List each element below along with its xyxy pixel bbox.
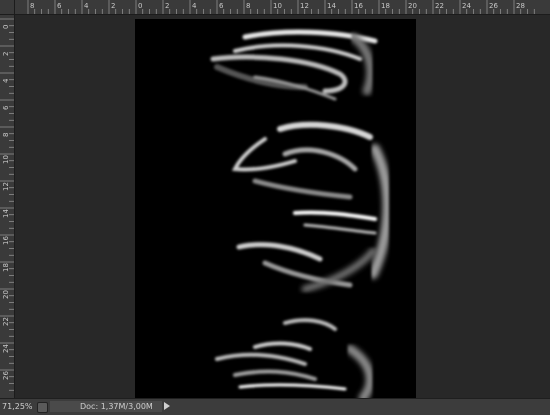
- ruler-label: 16: [2, 236, 10, 245]
- document-status-icon[interactable]: [37, 402, 48, 413]
- ruler-label: 22: [2, 317, 10, 326]
- ruler-label: 8: [246, 2, 250, 10]
- ruler-label: 10: [2, 155, 10, 164]
- ruler-label: 4: [192, 2, 197, 10]
- ruler-label: 0: [138, 2, 142, 10]
- left-ruler-ticks: 02468101214161820222426: [0, 18, 14, 391]
- zoom-level[interactable]: 71,25%: [2, 400, 33, 413]
- ruler-label: 8: [30, 2, 34, 10]
- ruler-label: 22: [435, 2, 444, 10]
- ruler-label: 6: [57, 2, 62, 10]
- ruler-label: 2: [165, 2, 169, 10]
- ruler-label: 14: [2, 209, 10, 218]
- ruler-label: 0: [2, 25, 10, 29]
- ruler-label: 10: [273, 2, 282, 10]
- ruler-label: 12: [300, 2, 309, 10]
- top-ruler-ticks: 8 6 4 2 0 2 4 6 8 10 12 14 16 18 20 22 24 26 28: [27, 0, 535, 14]
- play-arrow-icon[interactable]: [164, 402, 170, 410]
- artwork-image: [210, 29, 393, 398]
- ruler-label: 26: [2, 371, 10, 380]
- document-canvas[interactable]: [135, 19, 416, 398]
- ruler-label: 2: [2, 52, 10, 56]
- ruler-label: 20: [2, 290, 10, 299]
- document-info: Doc: 1,37M/3,00M: [50, 401, 162, 412]
- ruler-label: 18: [2, 263, 10, 272]
- ruler-origin-corner[interactable]: [0, 0, 15, 15]
- ruler-label: 24: [462, 2, 471, 10]
- ruler-label: 14: [327, 2, 336, 10]
- ruler-label: 28: [516, 2, 525, 10]
- ruler-label: 20: [408, 2, 417, 10]
- ruler-label: 24: [2, 344, 10, 353]
- ruler-label: 2: [111, 2, 115, 10]
- top-ruler[interactable]: 8 6 4 2 0 2 4 6 8 10 12 14 16 18 20 22 24 26 28: [0, 0, 550, 15]
- ruler-label: 12: [2, 182, 10, 191]
- ruler-label: 4: [84, 2, 89, 10]
- ruler-label: 8: [2, 133, 10, 137]
- ruler-label: 6: [219, 2, 224, 10]
- canvas-area[interactable]: [15, 15, 550, 398]
- status-bar: 71,25% Doc: 1,37M/3,00M: [0, 398, 550, 415]
- ruler-label: 18: [381, 2, 390, 10]
- ruler-label: 26: [489, 2, 498, 10]
- ruler-label: 16: [354, 2, 363, 10]
- ruler-label: 6: [2, 105, 10, 110]
- left-ruler[interactable]: 0 2 4 6 8 10 12 14 16 18 20 22 24 26: [0, 14, 15, 398]
- ruler-label: 4: [2, 78, 10, 83]
